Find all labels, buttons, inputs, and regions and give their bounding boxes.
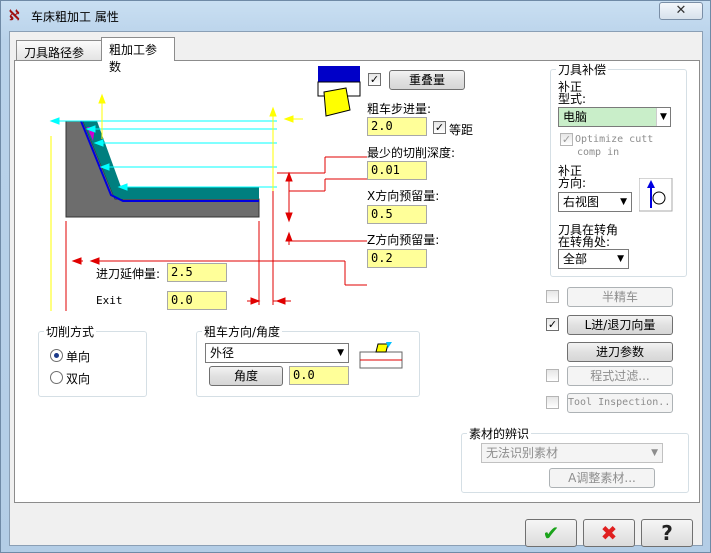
chevron-down-icon: ▼ <box>656 108 670 126</box>
stock-recognition-value: 无法识别素材 <box>486 446 559 460</box>
stock-recognition-select[interactable]: 无法识别素材 ▼ <box>481 443 663 463</box>
z-stock-label: Z方向预留量: <box>367 233 440 247</box>
close-button[interactable]: ✕ <box>659 2 703 20</box>
exit-input[interactable]: 0.0 <box>167 291 227 310</box>
comp-type-value: 电脑 <box>563 110 588 124</box>
exit-label: Exit <box>96 294 123 307</box>
cut-zigzag-label: 双向 <box>66 372 91 386</box>
tool-comp-title: 刀具补偿 <box>556 61 609 78</box>
equal-distance-label: 等距 <box>449 123 474 137</box>
comp-type-select[interactable]: 电脑 ▼ <box>558 107 671 127</box>
equal-distance-checkbox[interactable]: ✓ <box>433 121 446 134</box>
rough-diagram <box>49 93 367 311</box>
comp-dir-value: 右视图 <box>563 195 600 209</box>
comp-dir-select[interactable]: 右视图 ▼ <box>558 192 632 212</box>
comp-direction-icon <box>639 178 673 212</box>
chevron-down-icon: ▼ <box>617 254 624 264</box>
corner-value: 全部 <box>563 252 588 266</box>
min-depth-label: 最少的切削深度: <box>367 146 456 160</box>
semi-finish-button[interactable]: 半精车 <box>567 287 673 307</box>
adjust-stock-button[interactable]: A调整素材... <box>549 468 655 488</box>
dialog-window: ℵ 车床粗加工 属性 ✕ 刀具路径参数 粗加工参数 <box>0 0 711 553</box>
cut-method-title: 切削方式 <box>44 323 97 340</box>
filter-checkbox[interactable] <box>546 369 559 382</box>
rough-params-panel: ✓ 重叠量 粗车步进量: 2.0 ✓ 等距 最少的切削深度: 0.01 X方向预… <box>14 60 700 503</box>
rough-direction-select[interactable]: 外径 ▼ <box>205 343 349 363</box>
optimize-comp-checkbox[interactable]: ✓ <box>560 133 573 146</box>
help-button[interactable]: ? <box>641 519 693 547</box>
tab-toolpath-params[interactable]: 刀具路径参数 <box>16 40 102 77</box>
tab-rough-params[interactable]: 粗加工参数 <box>101 37 175 74</box>
chevron-down-icon: ▼ <box>651 448 658 458</box>
title-bar: ℵ 车床粗加工 属性 ✕ <box>1 1 710 31</box>
entry-extension-label: 进刀延伸量: <box>96 267 161 281</box>
cut-one-way-label: 单向 <box>66 350 91 364</box>
angle-button[interactable]: 角度 <box>209 366 283 386</box>
tool-insert-icon <box>317 66 361 117</box>
app-icon: ℵ <box>9 8 20 24</box>
comp-dir-label-2: 方向: <box>558 176 587 190</box>
rough-step-input[interactable]: 2.0 <box>367 117 427 136</box>
plunge-params-button[interactable]: 进刀参数 <box>567 342 673 362</box>
window-title: 车床粗加工 属性 <box>31 10 119 24</box>
rough-direction-title: 粗车方向/角度 <box>202 323 283 340</box>
stock-recognition-title: 素材的辨识 <box>467 425 532 442</box>
optimize-comp-label-1: Optimize cutt <box>575 134 654 145</box>
cancel-button[interactable]: ✖ <box>583 519 635 547</box>
angle-input[interactable]: 0.0 <box>289 366 349 385</box>
dialog-client: 刀具路径参数 粗加工参数 <box>9 31 703 547</box>
optimize-comp-label-2: comp in <box>577 147 620 158</box>
tool-inspection-button[interactable]: Tool Inspection... <box>567 393 673 413</box>
filter-button[interactable]: 程式过滤... <box>567 366 673 386</box>
cut-one-way-radio[interactable] <box>50 349 63 362</box>
tool-inspection-checkbox[interactable] <box>546 396 559 409</box>
x-stock-label: X方向预留量: <box>367 189 440 203</box>
lead-in-out-button[interactable]: L进/退刀向量 <box>567 315 673 335</box>
entry-extension-input[interactable]: 2.5 <box>167 263 227 282</box>
overlap-button[interactable]: 重叠量 <box>389 70 465 90</box>
cut-zigzag-radio[interactable] <box>50 371 63 384</box>
semi-finish-checkbox[interactable] <box>546 290 559 303</box>
corner-label-2: 在转角处: <box>558 235 611 249</box>
lead-in-out-checkbox[interactable]: ✓ <box>546 318 559 331</box>
rough-direction-value: 外径 <box>210 346 235 360</box>
cut-method-group <box>38 331 147 397</box>
chevron-down-icon: ▼ <box>337 348 344 358</box>
rough-direction-icon <box>359 342 403 369</box>
z-stock-input[interactable]: 0.2 <box>367 249 427 268</box>
rough-step-label: 粗车步进量: <box>367 102 432 116</box>
corner-select[interactable]: 全部 ▼ <box>558 249 629 269</box>
chevron-down-icon: ▼ <box>620 197 627 207</box>
ok-button[interactable]: ✔ <box>525 519 577 547</box>
min-depth-input[interactable]: 0.01 <box>367 161 427 180</box>
x-stock-input[interactable]: 0.5 <box>367 205 427 224</box>
comp-type-label-2: 型式: <box>558 92 587 106</box>
overlap-checkbox[interactable]: ✓ <box>368 73 381 86</box>
